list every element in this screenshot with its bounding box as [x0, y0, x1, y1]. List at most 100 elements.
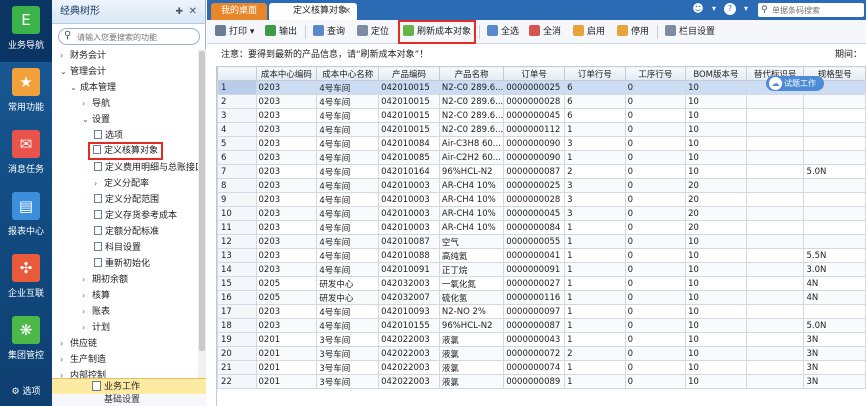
table-cell[interactable]: 6	[564, 80, 626, 95]
table-cell[interactable]	[745, 360, 805, 375]
table-cell[interactable]: 20	[685, 192, 747, 207]
table-row[interactable]: 17 0203 4号车间 042010093 N2-NO 2% 0000000097 1 0 1…	[217, 304, 866, 319]
table-row[interactable]: 2 0203 4号车间 042010015 N2-C0 289.6... 00000000…	[217, 94, 866, 109]
options-button[interactable]: ⚙ 选项	[0, 378, 52, 406]
tree-node-options[interactable]: 选项	[94, 129, 123, 143]
tree-node-inventory-ref-cost[interactable]: 定义存货参考成本	[94, 209, 177, 223]
table-cell[interactable]: 4号车间	[316, 234, 380, 249]
table-cell[interactable]: 1	[564, 150, 626, 165]
table-cell[interactable]: 1	[564, 360, 626, 375]
table-cell[interactable]: AR-CH4 10%	[438, 192, 505, 207]
table-cell[interactable]: 3	[564, 192, 626, 207]
locate-button[interactable]: 定位	[357, 25, 389, 39]
table-cell[interactable]: AR-CH4 10%	[438, 178, 505, 193]
table-cell[interactable]: 1	[564, 332, 626, 347]
table-cell[interactable]: 0	[624, 178, 687, 193]
table-cell[interactable]: 4号车间	[316, 122, 380, 137]
table-cell[interactable]: 0201	[255, 332, 318, 347]
row-number-cell[interactable]: 18	[217, 318, 257, 333]
table-cell[interactable]: 042010015	[378, 80, 440, 95]
table-cell[interactable]: AR-CH4 10%	[438, 206, 505, 221]
column-settings-button[interactable]: 栏目设置	[665, 25, 715, 39]
table-cell[interactable]: 3N	[803, 346, 866, 361]
table-row[interactable]: 8 0203 4号车间 042010003 AR-CH4 10% 0000000025 3 0…	[217, 178, 866, 193]
table-cell[interactable]: 0000000025	[503, 80, 566, 95]
export-button[interactable]: 输出	[265, 25, 297, 39]
row-number-cell[interactable]: 12	[217, 234, 257, 249]
table-cell[interactable]: 0203	[255, 80, 318, 95]
table-cell[interactable]: N2-C0 289.6...	[438, 122, 505, 137]
row-number-cell[interactable]: 7	[217, 164, 257, 179]
table-cell[interactable]: 042022003	[378, 332, 440, 347]
business-work-tab[interactable]: 业务工作	[52, 378, 206, 394]
tree-node-allocation-range[interactable]: 定义分配范围	[94, 193, 159, 207]
table-cell[interactable]: 3号车间	[316, 360, 380, 375]
table-cell[interactable]: 0	[624, 122, 687, 137]
table-cell[interactable]: 042010087	[378, 234, 440, 249]
tab-define-cost-object[interactable]: 定义核算对象 ×	[269, 3, 357, 20]
table-cell[interactable]: 0203	[255, 150, 318, 165]
table-cell[interactable]: 0000000043	[503, 332, 566, 347]
table-cell[interactable]	[803, 304, 866, 319]
row-number-cell[interactable]: 19	[217, 332, 257, 347]
table-cell[interactable]: Air-C3H8 60...	[438, 136, 505, 151]
basic-settings-tab[interactable]: 基础设置	[52, 394, 206, 406]
table-cell[interactable]: 0	[624, 150, 687, 165]
table-cell[interactable]	[745, 94, 805, 109]
table-cell[interactable]: 10	[685, 318, 747, 333]
table-cell[interactable]	[745, 192, 805, 207]
table-cell[interactable]: 2	[564, 346, 626, 361]
table-cell[interactable]: 0000000045	[503, 108, 566, 123]
table-cell[interactable]: 0000000087	[503, 164, 566, 179]
table-cell[interactable]: 042010164	[378, 164, 440, 179]
table-cell[interactable]: N2-C0 289.6...	[438, 108, 505, 123]
table-cell[interactable]: 96%HCL-N2	[438, 318, 505, 333]
table-row[interactable]: 18 0203 4号车间 042010155 96%HCL-N2 0000000087 1 0…	[217, 318, 866, 333]
table-cell[interactable]: 0000000091	[503, 262, 566, 277]
table-cell[interactable]: 0	[624, 80, 687, 95]
barcode-search[interactable]: ⚲	[758, 3, 864, 17]
table-cell[interactable]: 1	[564, 318, 626, 333]
table-cell[interactable]: 0203	[255, 192, 318, 207]
table-cell[interactable]: 042010155	[378, 318, 440, 333]
table-cell[interactable]: 0203	[255, 206, 318, 221]
user-icon[interactable]: ☻	[692, 3, 704, 15]
tree-node-quota-standard[interactable]: 定额分配标准	[94, 225, 159, 239]
table-cell[interactable]: 6	[564, 108, 626, 123]
table-cell[interactable]: 0201	[255, 346, 318, 361]
table-row[interactable]: 12 0203 4号车间 042010087 空气 0000000055 1 0 10	[217, 234, 866, 249]
table-cell[interactable]: 0203	[255, 220, 318, 235]
table-cell[interactable]: 042010085	[378, 150, 440, 165]
table-cell[interactable]: 3	[564, 178, 626, 193]
table-cell[interactable]: 4N	[803, 290, 866, 305]
table-cell[interactable]: 0000000089	[503, 374, 566, 389]
tree-node-cost-mgmt[interactable]: ⌄ 成本管理	[70, 81, 116, 95]
table-cell[interactable]: 10	[685, 290, 747, 305]
table-cell[interactable]: 3号车间	[316, 374, 380, 389]
row-number-cell[interactable]: 20	[217, 346, 257, 361]
table-cell[interactable]: 10	[685, 150, 747, 165]
table-cell[interactable]: 1	[564, 304, 626, 319]
table-cell[interactable]	[745, 220, 805, 235]
row-number-cell[interactable]: 14	[217, 262, 257, 277]
tab-my-desktop[interactable]: 我的桌面	[211, 3, 267, 20]
table-cell[interactable]: Air-C2H2 60...	[438, 150, 505, 165]
table-cell[interactable]: 042010003	[378, 178, 440, 193]
table-cell[interactable]: 10	[685, 360, 747, 375]
scrollbar-thumb[interactable]	[199, 51, 205, 351]
row-number-cell[interactable]: 6	[217, 150, 257, 165]
table-cell[interactable]: 10	[685, 346, 747, 361]
chevron-down-icon[interactable]: ▾	[708, 3, 720, 15]
table-cell[interactable]: 0201	[255, 360, 318, 375]
tree-node-opening-balance[interactable]: › 期初余额	[82, 273, 128, 287]
table-cell[interactable]: 高纯氦	[438, 248, 505, 263]
table-cell[interactable]	[745, 276, 805, 291]
table-cell[interactable]: 042022003	[378, 360, 440, 375]
table-cell[interactable]: 0	[624, 360, 687, 375]
tree-node-allocation-rate[interactable]: › 定义分配率	[94, 177, 149, 191]
nav-enterprise-connect[interactable]: ✣ 企业互联	[0, 248, 52, 310]
tree-node-mgmt-accounting[interactable]: ⌄ 管理会计	[60, 65, 106, 79]
table-cell[interactable]: 0	[624, 304, 687, 319]
table-cell[interactable]: 0205	[255, 290, 318, 305]
table-cell[interactable]: 4号车间	[316, 80, 380, 95]
